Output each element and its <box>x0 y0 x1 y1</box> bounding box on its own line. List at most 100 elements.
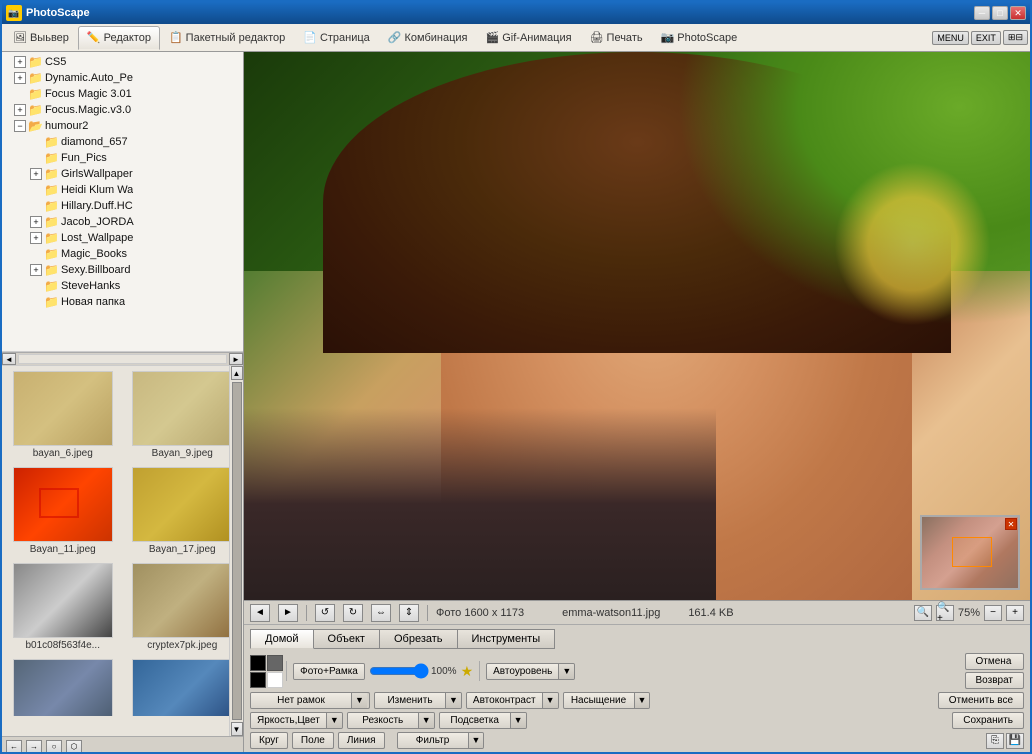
frame-button[interactable]: Фото+Рамка <box>294 664 364 679</box>
editor-tab-crop[interactable]: Обрезать <box>379 629 458 649</box>
no-frames-arrow[interactable]: ▼ <box>351 693 367 708</box>
tree-item-new-folder[interactable]: 📁 Новая папка <box>4 294 241 310</box>
tree-item-dynamic[interactable]: + 📁 Dynamic.Auto_Pe <box>4 70 241 86</box>
tree-expander[interactable]: + <box>30 168 42 180</box>
thumb-item-bayan9[interactable]: Bayan_9.jpeg <box>124 368 242 462</box>
close-button[interactable]: ✕ <box>1010 6 1026 20</box>
tab-combine[interactable]: 🔗 Комбинация <box>379 26 477 50</box>
editor-tab-tools[interactable]: Инструменты <box>457 629 556 649</box>
autolevel-button[interactable]: Автоуровень <box>487 664 558 679</box>
change-arrow[interactable]: ▼ <box>445 693 461 708</box>
no-frames-selector[interactable]: Нет рамок <box>251 693 351 708</box>
swatch-gray-top[interactable] <box>267 655 283 671</box>
tree-expander[interactable]: + <box>14 72 26 84</box>
scroll-down[interactable]: ▼ <box>231 722 243 736</box>
sharpness-button[interactable]: Резкость <box>348 713 418 728</box>
saturation-arrow[interactable]: ▼ <box>634 693 650 708</box>
cancel-button[interactable]: Отмена <box>965 653 1025 670</box>
nav-next-button[interactable]: ► <box>278 604 298 622</box>
editor-tab-object[interactable]: Объект <box>313 629 380 649</box>
left-btn-2[interactable]: → <box>26 740 42 754</box>
filter-arrow[interactable]: ▼ <box>468 733 484 748</box>
tab-page[interactable]: 📄 Страница <box>294 26 379 50</box>
swatch-white-bot[interactable] <box>267 672 283 688</box>
autocontrast-button[interactable]: Автоконтраст <box>467 693 542 708</box>
tab-gif[interactable]: 🎬 Gif-Анимация <box>477 26 581 50</box>
thumb-item-b01c[interactable]: b01c08f563f4e... <box>4 560 122 654</box>
left-btn-3[interactable]: ○ <box>46 740 62 754</box>
tree-expander[interactable]: + <box>30 232 42 244</box>
minimize-button[interactable]: ─ <box>974 6 990 20</box>
tree-item-lost[interactable]: + 📁 Lost_Wallpape <box>4 230 241 246</box>
menu-button[interactable]: MENU <box>932 31 969 45</box>
tab-print[interactable]: 🖨 Печать <box>581 26 652 50</box>
star-button[interactable]: ★ <box>461 663 474 680</box>
tree-item-magic-books[interactable]: 📁 Magic_Books <box>4 246 241 262</box>
tree-item-humour2[interactable]: − 📂 humour2 <box>4 118 241 134</box>
tree-item-girls-wallpaper[interactable]: + 📁 GirlsWallpaper <box>4 166 241 182</box>
nav-prev-button[interactable]: ◄ <box>250 604 270 622</box>
autocontrast-arrow[interactable]: ▼ <box>542 693 558 708</box>
tree-expander[interactable]: − <box>14 120 26 132</box>
swatch-black-top[interactable] <box>250 655 266 671</box>
swatch-black-bot[interactable] <box>250 672 266 688</box>
copy-icon[interactable]: ⎘ <box>986 733 1004 749</box>
thumb-item-bayan6[interactable]: bayan_6.jpeg <box>4 368 122 462</box>
save-icon[interactable]: 💾 <box>1006 733 1024 749</box>
tab-viewer[interactable]: 🖼 Выьвер <box>4 26 78 50</box>
tab-photoscape[interactable]: 📷 PhotoScape <box>652 26 747 50</box>
zoom-in-button[interactable]: 🔍+ <box>936 605 954 621</box>
left-btn-4[interactable]: ⬡ <box>66 740 82 754</box>
scroll-left[interactable]: ◄ <box>2 353 16 365</box>
thumb-item-a096[interactable]: a096-18dc37-0... <box>124 656 242 716</box>
tree-item-steves[interactable]: 📁 SteveHanks <box>4 278 241 294</box>
scroll-up[interactable]: ▲ <box>231 366 243 380</box>
saturation-button[interactable]: Насыщение <box>564 693 634 708</box>
tab-editor[interactable]: ✏️ Редактор <box>78 26 160 50</box>
highlight-button[interactable]: Подсветка <box>440 713 510 728</box>
highlight-arrow[interactable]: ▼ <box>510 713 526 728</box>
frame-slider[interactable] <box>369 665 429 677</box>
tree-item-focus-magic-v3[interactable]: + 📁 Focus.Magic.v3.0 <box>4 102 241 118</box>
line-button[interactable]: Линия <box>338 732 385 749</box>
tree-item-fun-pics[interactable]: 📁 Fun_Pics <box>4 150 241 166</box>
maximize-button[interactable]: □ <box>992 6 1008 20</box>
tree-item-hillary[interactable]: 📁 Hillary.Duff.HC <box>4 198 241 214</box>
circle-button[interactable]: Круг <box>250 732 288 749</box>
brightness-button[interactable]: Яркость,Цвет <box>251 713 326 728</box>
tree-item-sexy[interactable]: + 📁 Sexy.Billboard <box>4 262 241 278</box>
tree-expander[interactable]: + <box>30 264 42 276</box>
tab-batch[interactable]: 📋 Пакетный редактор <box>160 26 294 50</box>
undo-button[interactable]: Возврат <box>965 672 1025 689</box>
flip-v-button[interactable]: ⇕ <box>399 604 419 622</box>
tree-item-heidi[interactable]: 📁 Heidi Klum Wa <box>4 182 241 198</box>
editor-tab-home[interactable]: Домой <box>250 629 314 649</box>
tree-expander[interactable]: + <box>14 104 26 116</box>
exit-button[interactable]: EXIT <box>971 31 1001 45</box>
tree-item-diamond[interactable]: 📁 diamond_657 <box>4 134 241 150</box>
tree-item-jacob[interactable]: + 📁 Jacob_JORDA <box>4 214 241 230</box>
mini-preview-close[interactable]: ✕ <box>1005 518 1017 530</box>
save-button[interactable]: Сохранить <box>952 712 1024 729</box>
sharpness-arrow[interactable]: ▼ <box>418 713 434 728</box>
tree-expander[interactable]: + <box>30 216 42 228</box>
zoom-minus-button[interactable]: − <box>984 605 1002 621</box>
cancel-all-button[interactable]: Отменить все <box>938 692 1024 709</box>
field-button[interactable]: Поле <box>292 732 334 749</box>
tree-expander[interactable]: + <box>14 56 26 68</box>
rotate-ccw-button[interactable]: ↺ <box>315 604 335 622</box>
tree-scrollbar[interactable]: ◄ ► <box>2 352 243 366</box>
zoom-out-button[interactable]: 🔍 <box>914 605 932 621</box>
flip-h-button[interactable]: ⇔ <box>371 604 391 622</box>
autolevel-arrow[interactable]: ▼ <box>558 664 574 679</box>
scroll-right[interactable]: ► <box>229 353 243 365</box>
thumb-item-bayan17[interactable]: Bayan_17.jpeg <box>124 464 242 558</box>
rotate-cw-button[interactable]: ↻ <box>343 604 363 622</box>
brightness-arrow[interactable]: ▼ <box>326 713 342 728</box>
thumb-item-bayan11[interactable]: Bayan_11.jpeg <box>4 464 122 558</box>
left-btn-1[interactable]: ← <box>6 740 22 754</box>
tree-scroll[interactable]: + 📁 CS5 + 📁 Dynamic.Auto_Pe 📁 <box>2 52 243 351</box>
thumb-scrollbar[interactable]: ▲ ▼ <box>229 366 243 736</box>
tree-item-cs5[interactable]: + 📁 CS5 <box>4 54 241 70</box>
thumb-item-cryptex[interactable]: cryptex7pk.jpeg <box>124 560 242 654</box>
